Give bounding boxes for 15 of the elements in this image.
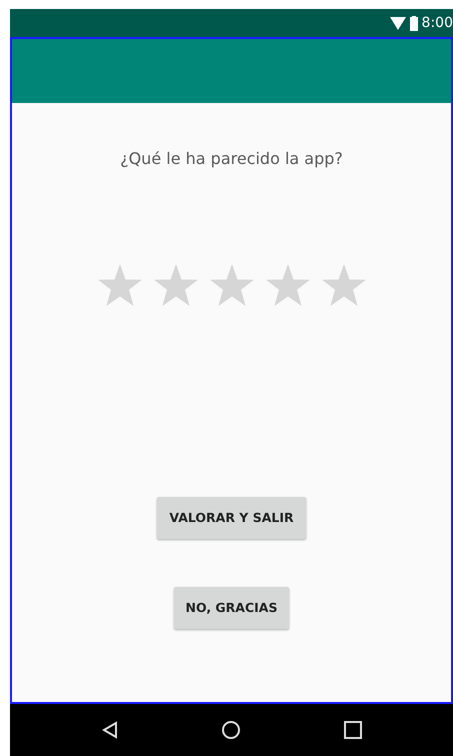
rating-action-button[interactable]: VALORAR Y SALIR xyxy=(157,497,306,539)
home-icon[interactable] xyxy=(220,720,240,740)
battery-icon xyxy=(410,16,418,30)
star-icon[interactable] xyxy=(264,263,310,307)
star-icon[interactable] xyxy=(320,263,366,307)
clock: 8:00 xyxy=(422,14,453,32)
star-icon[interactable] xyxy=(208,263,254,307)
overview-icon[interactable] xyxy=(344,721,362,739)
star-icon[interactable] xyxy=(96,263,142,307)
rating-action-button[interactable]: NO, GRACIAS xyxy=(174,587,290,629)
rating-bar[interactable] xyxy=(96,263,366,307)
star-icon[interactable] xyxy=(152,263,198,307)
rating-question: ¿Qué le ha parecido la app? xyxy=(120,148,343,170)
back-icon[interactable] xyxy=(102,721,118,739)
wifi-icon xyxy=(390,16,406,30)
